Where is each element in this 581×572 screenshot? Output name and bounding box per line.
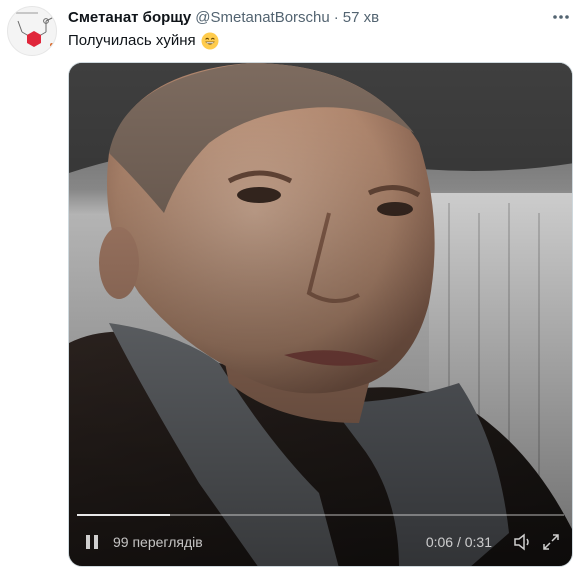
video-controls: 99 переглядів 0:06 / 0:31 bbox=[69, 518, 572, 566]
handle[interactable]: @SmetanatBorschu bbox=[195, 9, 329, 27]
tweet[interactable]: Сметанат борщу @SmetanatBorschu · 57 хв … bbox=[0, 0, 581, 572]
avatar[interactable] bbox=[7, 6, 57, 56]
separator-dot: · bbox=[333, 9, 339, 26]
more-options-button[interactable] bbox=[548, 8, 574, 26]
display-name[interactable]: Сметанат борщу bbox=[68, 9, 191, 27]
avatar-molecule-icon bbox=[16, 12, 55, 47]
expand-icon bbox=[543, 534, 559, 550]
tweet-text: Получилась хуйня bbox=[68, 32, 219, 50]
tweet-text-content: Получилась хуйня bbox=[68, 32, 196, 49]
tweet-header: Сметанат борщу @SmetanatBorschu · 57 хв bbox=[68, 9, 379, 27]
pause-button[interactable] bbox=[81, 531, 103, 553]
video-timer: 0:06 / 0:31 bbox=[425, 534, 492, 550]
video-player[interactable]: 99 переглядів 0:06 / 0:31 bbox=[68, 62, 573, 567]
view-count: 99 переглядів bbox=[113, 534, 203, 550]
video-frame bbox=[69, 63, 572, 566]
video-progress-fill bbox=[77, 514, 170, 516]
video-progress-bar[interactable] bbox=[77, 514, 564, 516]
grinning-face-emoji-icon bbox=[201, 32, 219, 50]
more-icon bbox=[553, 15, 569, 19]
fullscreen-button[interactable] bbox=[540, 531, 562, 553]
timestamp[interactable]: 57 хв bbox=[343, 9, 379, 27]
volume-icon bbox=[514, 533, 529, 551]
pause-icon bbox=[86, 535, 98, 549]
mute-button[interactable] bbox=[512, 531, 534, 553]
